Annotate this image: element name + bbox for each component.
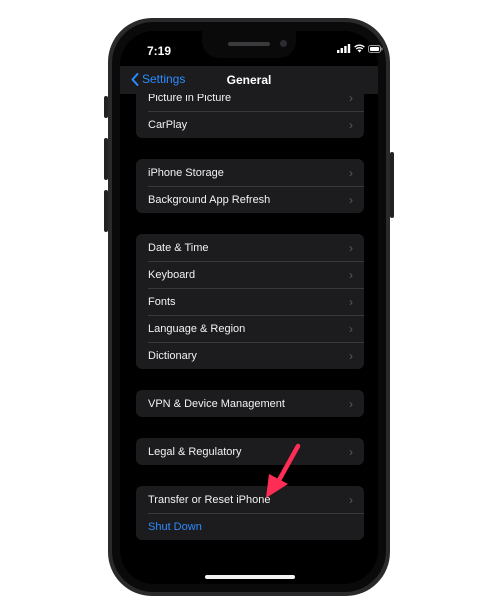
speaker	[228, 42, 270, 46]
front-camera	[280, 40, 287, 47]
chevron-right-icon: ›	[349, 444, 353, 459]
status-time: 7:19	[147, 44, 172, 58]
chevron-right-icon: ›	[349, 240, 353, 255]
page-title: General	[226, 73, 272, 87]
chevron-right-icon: ›	[349, 348, 353, 363]
row-transfer-reset[interactable]: Transfer or Reset iPhone ›	[136, 486, 364, 513]
row-keyboard[interactable]: Keyboard ›	[136, 261, 364, 288]
chevron-right-icon: ›	[349, 492, 353, 507]
red-arrow-icon	[266, 443, 301, 498]
row-dictionary[interactable]: Dictionary ›	[136, 342, 364, 369]
chevron-right-icon: ›	[349, 192, 353, 207]
wifi-icon	[354, 44, 365, 53]
row-fonts[interactable]: Fonts ›	[136, 288, 364, 315]
settings-group-reset: Transfer or Reset iPhone › Shut Down	[136, 486, 364, 540]
chevron-right-icon: ›	[349, 165, 353, 180]
battery-icon	[368, 44, 383, 53]
chevron-right-icon: ›	[349, 267, 353, 282]
row-background-app-refresh[interactable]: Background App Refresh ›	[136, 186, 364, 213]
settings-group-storage: iPhone Storage › Background App Refresh ›	[136, 159, 364, 213]
chevron-right-icon: ›	[349, 294, 353, 309]
shut-down-button[interactable]: Shut Down	[136, 513, 364, 540]
status-icons	[337, 44, 383, 53]
settings-group-vpn: VPN & Device Management ›	[136, 390, 364, 417]
settings-group-legal: Legal & Regulatory ›	[136, 438, 364, 465]
row-iphone-storage[interactable]: iPhone Storage ›	[136, 159, 364, 186]
row-legal-regulatory[interactable]: Legal & Regulatory ›	[136, 438, 364, 465]
chevron-right-icon: ›	[349, 321, 353, 336]
signal-icon	[337, 44, 351, 53]
settings-group-locale: Date & Time › Keyboard › Fonts › Language &…	[136, 234, 364, 369]
chevron-right-icon: ›	[349, 117, 353, 132]
row-date-time[interactable]: Date & Time ›	[136, 234, 364, 261]
row-carplay[interactable]: CarPlay ›	[136, 111, 364, 138]
chevron-right-icon: ›	[349, 396, 353, 411]
row-vpn-device-management[interactable]: VPN & Device Management ›	[136, 390, 364, 417]
power-button	[390, 152, 394, 218]
row-language-region[interactable]: Language & Region ›	[136, 315, 364, 342]
home-indicator	[205, 575, 295, 579]
